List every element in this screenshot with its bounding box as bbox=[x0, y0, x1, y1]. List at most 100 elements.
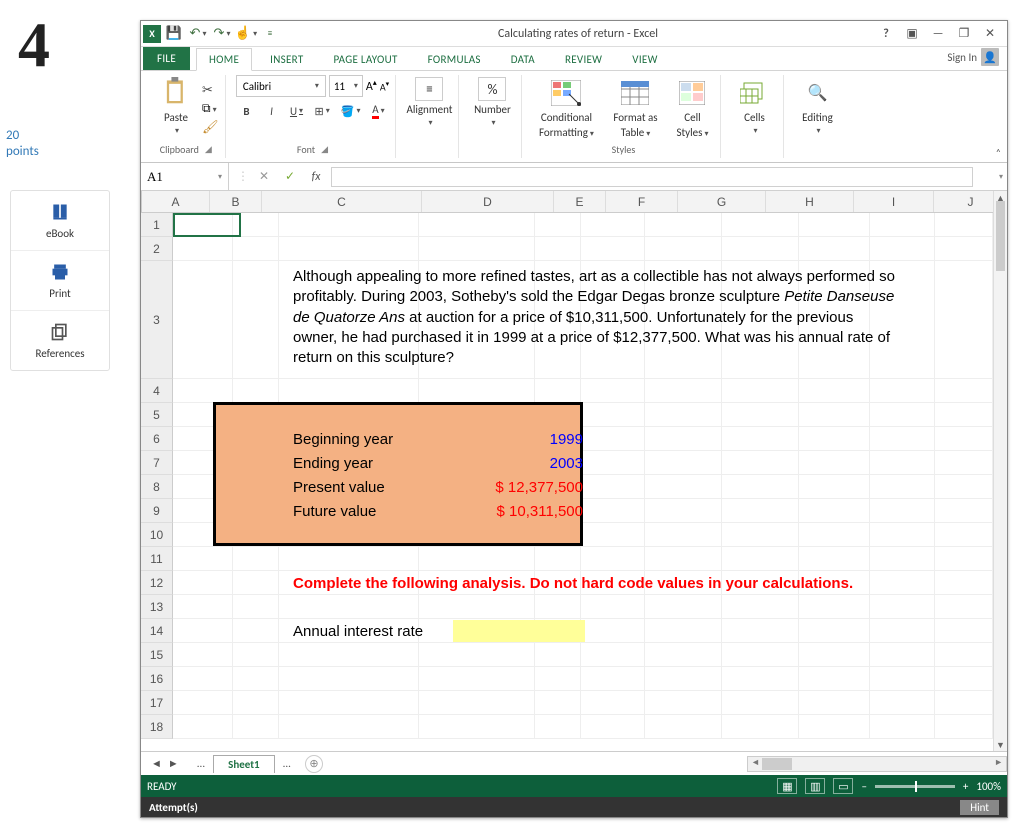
row-header-11[interactable]: 11 bbox=[141, 547, 173, 571]
row-header-15[interactable]: 15 bbox=[141, 643, 173, 667]
font-size-select[interactable]: 11▾ bbox=[329, 75, 363, 97]
close-icon[interactable]: ✕ bbox=[979, 23, 1001, 45]
tab-home[interactable]: HOME bbox=[196, 48, 252, 71]
sheet-more-icon[interactable]: ... bbox=[189, 757, 213, 770]
sheet-tab-sheet1[interactable]: Sheet1 bbox=[213, 755, 275, 773]
redo-icon[interactable]: ↷▾ bbox=[211, 23, 233, 45]
row-header-9[interactable]: 9 bbox=[141, 499, 173, 523]
restore-icon[interactable]: ❐ bbox=[953, 23, 975, 45]
sidebar-ebook[interactable]: eBook bbox=[11, 191, 109, 250]
scroll-thumb[interactable] bbox=[996, 201, 1005, 271]
cut-icon[interactable]: ✂ bbox=[202, 83, 219, 98]
row-header-18[interactable]: 18 bbox=[141, 715, 173, 739]
tab-formulas[interactable]: FORMULAS bbox=[416, 49, 493, 70]
touch-mode-icon[interactable]: ☝▾ bbox=[235, 23, 257, 45]
zoom-slider[interactable] bbox=[875, 785, 955, 788]
save-icon[interactable]: 💾 bbox=[163, 23, 185, 45]
sidebar-print[interactable]: Print bbox=[11, 250, 109, 310]
editing-button[interactable]: 🔍 Editing ▾ bbox=[794, 77, 840, 141]
alignment-button[interactable]: ≡ Alignment ▾ bbox=[406, 77, 452, 141]
undo-icon[interactable]: ↶▾ bbox=[187, 23, 209, 45]
ribbon-display-icon[interactable]: ▣ bbox=[901, 23, 923, 45]
formula-input[interactable] bbox=[331, 167, 973, 187]
font-name-select[interactable]: Calibri▾ bbox=[236, 75, 326, 97]
row-header-16[interactable]: 16 bbox=[141, 667, 173, 691]
row-header-17[interactable]: 17 bbox=[141, 691, 173, 715]
spreadsheet-grid[interactable]: ABCDEFGHIJK 123456789101112131415161718 … bbox=[141, 191, 1007, 751]
scroll-left-icon[interactable]: ◄ bbox=[751, 757, 760, 768]
paste-button[interactable]: Paste ▾ bbox=[153, 77, 199, 141]
fill-color-button[interactable]: 🪣▾ bbox=[337, 100, 365, 122]
col-header-E[interactable]: E bbox=[554, 191, 606, 212]
row-header-1[interactable]: 1 bbox=[141, 213, 173, 237]
tab-data[interactable]: DATA bbox=[499, 49, 547, 70]
vertical-scrollbar[interactable]: ▲ ▼ bbox=[993, 191, 1007, 751]
row-header-2[interactable]: 2 bbox=[141, 237, 173, 261]
conditional-formatting-button[interactable]: Conditional Formatting▾ bbox=[532, 77, 600, 141]
hint-button[interactable]: Hint bbox=[960, 800, 999, 815]
borders-button[interactable]: ⊞▾ bbox=[311, 100, 334, 122]
horizontal-scrollbar[interactable]: ◄ ► bbox=[747, 756, 1007, 772]
hscroll-thumb[interactable] bbox=[762, 758, 792, 770]
cells-button[interactable]: Cells ▾ bbox=[731, 77, 777, 141]
scroll-right-icon[interactable]: ► bbox=[994, 757, 1003, 768]
page-layout-view-icon[interactable]: ▥ bbox=[805, 778, 825, 794]
new-sheet-icon[interactable]: ⊕ bbox=[305, 755, 323, 773]
fx-icon[interactable]: fx bbox=[305, 166, 327, 188]
col-header-A[interactable]: A bbox=[142, 191, 210, 212]
next-sheet-icon[interactable]: ► bbox=[168, 757, 179, 770]
copy-button-icon[interactable]: ⧉▾ bbox=[202, 102, 219, 116]
col-header-D[interactable]: D bbox=[422, 191, 554, 212]
sign-in-button[interactable]: Sign In 👤 bbox=[939, 44, 1007, 70]
answer-input-cell[interactable] bbox=[453, 620, 585, 642]
tab-file[interactable]: FILE bbox=[143, 47, 190, 70]
name-box[interactable]: A1▾ bbox=[141, 163, 229, 190]
zoom-level[interactable]: 100% bbox=[976, 780, 1001, 793]
row-header-7[interactable]: 7 bbox=[141, 451, 173, 475]
zoom-in-icon[interactable]: + bbox=[963, 780, 968, 793]
scroll-down-icon[interactable]: ▼ bbox=[994, 738, 1007, 751]
col-header-I[interactable]: I bbox=[854, 191, 934, 212]
collapse-ribbon-icon[interactable]: ˄ bbox=[996, 146, 1001, 159]
font-launcher-icon[interactable]: ◢ bbox=[321, 144, 328, 155]
sidebar-references[interactable]: References bbox=[11, 310, 109, 370]
help-icon[interactable]: ? bbox=[875, 23, 897, 45]
prev-sheet-icon[interactable]: ◄ bbox=[151, 757, 162, 770]
row-header-3[interactable]: 3 bbox=[141, 261, 173, 379]
row-header-14[interactable]: 14 bbox=[141, 619, 173, 643]
minimize-icon[interactable]: — bbox=[927, 23, 949, 45]
row-header-4[interactable]: 4 bbox=[141, 379, 173, 403]
col-header-F[interactable]: F bbox=[606, 191, 678, 212]
tab-view[interactable]: VIEW bbox=[620, 49, 669, 70]
bold-button[interactable]: B bbox=[236, 100, 258, 122]
row-header-5[interactable]: 5 bbox=[141, 403, 173, 427]
col-header-B[interactable]: B bbox=[210, 191, 262, 212]
cell-styles-button[interactable]: Cell Styles▾ bbox=[670, 77, 714, 141]
font-color-button[interactable]: A▾ bbox=[367, 100, 389, 122]
page-break-view-icon[interactable]: ▭ bbox=[833, 778, 853, 794]
cancel-formula-icon[interactable]: ✕ bbox=[253, 166, 275, 188]
grow-font-icon[interactable]: A▴ bbox=[366, 78, 377, 94]
normal-view-icon[interactable]: ▦ bbox=[777, 778, 797, 794]
col-header-H[interactable]: H bbox=[766, 191, 854, 212]
row-header-10[interactable]: 10 bbox=[141, 523, 173, 547]
tab-review[interactable]: REVIEW bbox=[553, 49, 614, 70]
italic-button[interactable]: I bbox=[261, 100, 283, 122]
col-header-G[interactable]: G bbox=[678, 191, 766, 212]
underline-button[interactable]: U▾ bbox=[286, 100, 308, 122]
col-header-C[interactable]: C bbox=[262, 191, 422, 212]
row-header-6[interactable]: 6 bbox=[141, 427, 173, 451]
row-header-8[interactable]: 8 bbox=[141, 475, 173, 499]
number-format-button[interactable]: % Number ▾ bbox=[469, 77, 515, 141]
tab-insert[interactable]: INSERT bbox=[258, 49, 315, 70]
expand-formula-icon[interactable]: ▾ bbox=[999, 172, 1003, 182]
zoom-out-icon[interactable]: – bbox=[861, 780, 866, 793]
tab-page-layout[interactable]: PAGE LAYOUT bbox=[321, 49, 409, 70]
format-painter-icon[interactable]: 🖌 bbox=[202, 120, 219, 135]
sheet-more-icon-2[interactable]: ... bbox=[275, 757, 299, 770]
clipboard-launcher-icon[interactable]: ◢ bbox=[205, 144, 212, 155]
row-header-13[interactable]: 13 bbox=[141, 595, 173, 619]
row-header-12[interactable]: 12 bbox=[141, 571, 173, 595]
accept-formula-icon[interactable]: ✓ bbox=[279, 166, 301, 188]
qat-customize-icon[interactable]: ≡ bbox=[259, 23, 281, 45]
